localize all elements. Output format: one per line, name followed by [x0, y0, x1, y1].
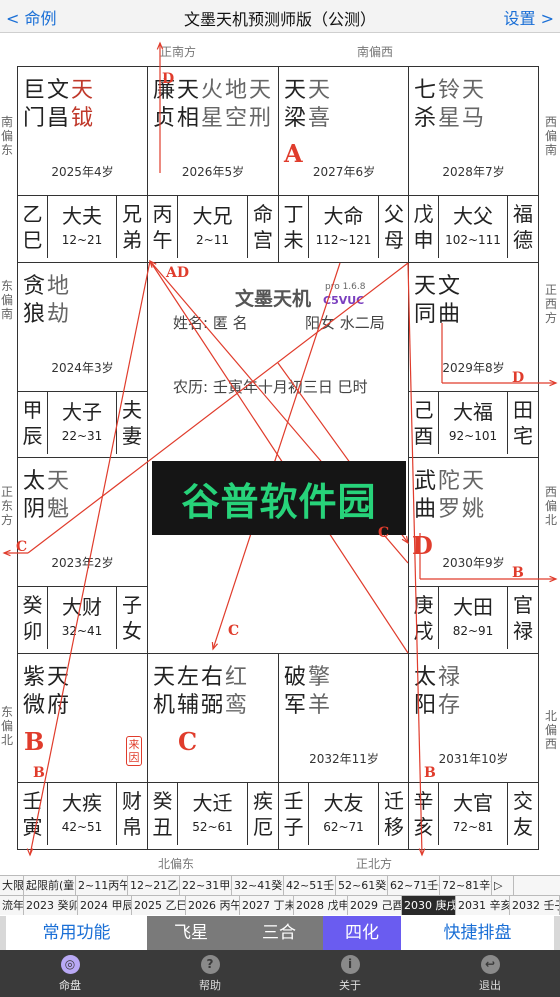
year-cell[interactable]: 2032 壬子 [510, 896, 560, 915]
arrow-line [212, 262, 341, 650]
tab-bar: 常用功能 飞星 三合 四化 快捷排盘 [0, 916, 560, 950]
tab-quick-chart[interactable]: 快捷排盘 [401, 916, 554, 950]
arrow-lines [2, 41, 558, 857]
page-title: 文墨天机预测师版（公测） [183, 10, 376, 29]
decade-cell[interactable]: 52~61癸丑 [336, 876, 388, 895]
arrow-label: D [512, 370, 525, 386]
nav-chart[interactable]: ◎ 命盘 [30, 954, 110, 993]
arrow-line [149, 260, 409, 654]
arrow-label: D [162, 71, 175, 87]
year-cell[interactable]: 2031 辛亥 [456, 896, 510, 915]
year-cell[interactable]: 2023 癸卯 [24, 896, 78, 915]
nav-about[interactable]: i 关于 [310, 954, 390, 993]
decade-cell[interactable]: 2~11丙午 [76, 876, 128, 895]
decade-cell[interactable]: 62~71壬子 [388, 876, 440, 895]
disc-icon: ◎ [60, 954, 80, 974]
nav-help[interactable]: ? 帮助 [170, 954, 250, 993]
settings-button[interactable]: 设置 > [503, 5, 554, 29]
decade-cell[interactable]: 起限前(童 [24, 876, 76, 895]
marker-c: C [178, 727, 198, 756]
year-cell[interactable]: 2025 乙巳 [132, 896, 186, 915]
decade-strip[interactable]: 大限起限前(童2~11丙午12~21乙巳22~31甲辰32~41癸卯42~51壬… [0, 875, 560, 895]
marker-b: B [24, 727, 45, 756]
decade-cell[interactable]: ▷ [492, 876, 514, 895]
arrow-head [26, 848, 34, 857]
arrow-label: C [228, 623, 240, 639]
arrow-label: B [512, 565, 524, 581]
marker-a: A [284, 139, 303, 168]
tab-flystar[interactable]: 飞星 [147, 916, 235, 950]
watermark: 谷普软件园 [152, 461, 406, 535]
decade-cell[interactable]: 22~31甲辰 [180, 876, 232, 895]
decade-cell[interactable]: 72~81辛亥 [440, 876, 492, 895]
exit-icon: ↩ [480, 954, 500, 974]
decade-cell[interactable]: 大限 [0, 876, 24, 895]
tab-sihua[interactable]: 四化 [323, 916, 401, 950]
flag-badge: 来因 [126, 736, 142, 766]
ziwei-chart: 正南方 南偏西 北偏东 正北方 南偏东 东偏南 正东方 东偏北 西偏南 正西方 … [0, 33, 560, 875]
arrow-label: B [424, 765, 436, 781]
year-cell[interactable]: 2027 丁未 [240, 896, 294, 915]
nav-bar: < 命例 文墨天机预测师版（公测） 设置 > [0, 0, 560, 33]
nav-exit[interactable]: ↩ 退出 [450, 954, 530, 993]
year-cell[interactable]: 流年 [0, 896, 24, 915]
arrow-label: C [16, 539, 28, 555]
year-cell[interactable]: 2024 甲辰 [78, 896, 132, 915]
year-cell[interactable]: 2029 己酉 [348, 896, 402, 915]
marker-d: D [412, 531, 433, 560]
bottom-nav: ◎ 命盘 ? 帮助 i 关于 ↩ 退出 [0, 950, 560, 997]
arrow-label: C [378, 525, 390, 541]
tab-sanhe[interactable]: 三合 [235, 916, 323, 950]
arrow-label: B [33, 765, 45, 781]
question-icon: ? [200, 954, 220, 974]
arrow-label: AD [166, 265, 190, 281]
year-cell[interactable]: 2030 庚戌 [402, 896, 456, 915]
tab-common[interactable]: 常用功能 [6, 916, 147, 950]
decade-cell[interactable]: 42~51壬寅 [284, 876, 336, 895]
info-icon: i [340, 954, 360, 974]
decade-cell[interactable]: 12~21乙巳 [128, 876, 180, 895]
year-cell[interactable]: 2026 丙午 [186, 896, 240, 915]
decade-cell[interactable]: 32~41癸卯 [232, 876, 284, 895]
year-cell[interactable]: 2028 戊申 [294, 896, 348, 915]
year-strip[interactable]: 流年 2023 癸卯 2024 甲辰 2025 乙巳 2026 丙午 2027 丁未 202… [0, 895, 560, 915]
